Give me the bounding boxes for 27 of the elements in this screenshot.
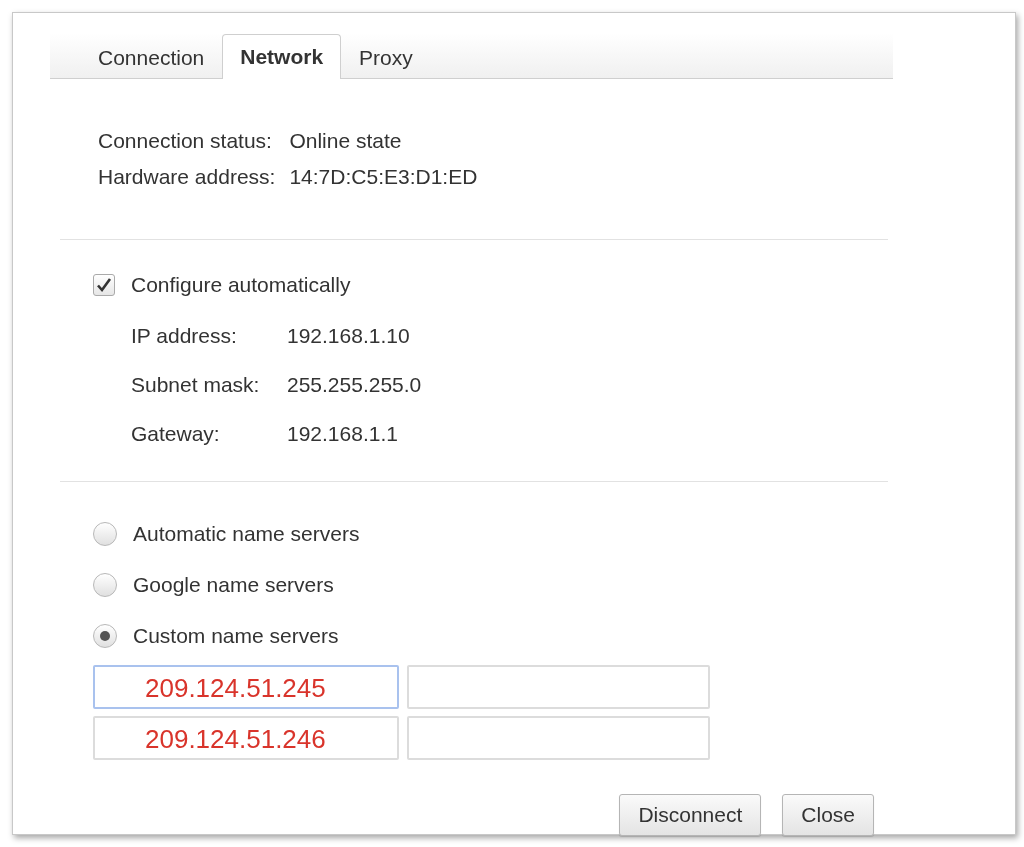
name-server-field[interactable]: 209.124.51.246 — [93, 716, 399, 760]
dialog-button[interactable]: Close — [782, 794, 874, 836]
ip-label: Gateway: — [131, 422, 221, 446]
radio-label[interactable]: Google name servers — [133, 573, 334, 597]
ip-value: 255.255.255.0 — [287, 373, 422, 397]
checkbox-label[interactable]: Configure automatically — [131, 273, 351, 297]
info-value: 14:7D:C5:E3:D1:ED — [289, 165, 478, 189]
name-server-field[interactable] — [407, 665, 710, 709]
radio-button[interactable] — [93, 522, 117, 546]
name-server-field[interactable] — [407, 716, 710, 760]
info-label: Connection status: — [98, 129, 273, 153]
info-label: Hardware address: — [98, 165, 276, 189]
ip-label: IP address: — [131, 324, 238, 348]
ip-value: 192.168.1.10 — [287, 324, 411, 348]
dialog-button[interactable]: Disconnect — [619, 794, 762, 836]
ip-label: Subnet mask: — [131, 373, 261, 397]
tab[interactable]: Network — [222, 34, 342, 79]
radio-button[interactable] — [93, 624, 117, 648]
info-value: Online state — [289, 129, 403, 153]
checkbox[interactable] — [93, 274, 115, 296]
radio-label[interactable]: Automatic name servers — [133, 522, 360, 546]
radio-label[interactable]: Custom name servers — [133, 624, 339, 648]
tab[interactable]: Connection — [80, 34, 223, 78]
name-server-field[interactable]: 209.124.51.245 — [93, 665, 399, 709]
tab[interactable]: Proxy — [341, 34, 431, 78]
ip-value: 192.168.1.1 — [287, 422, 399, 446]
radio-button[interactable] — [93, 573, 117, 597]
